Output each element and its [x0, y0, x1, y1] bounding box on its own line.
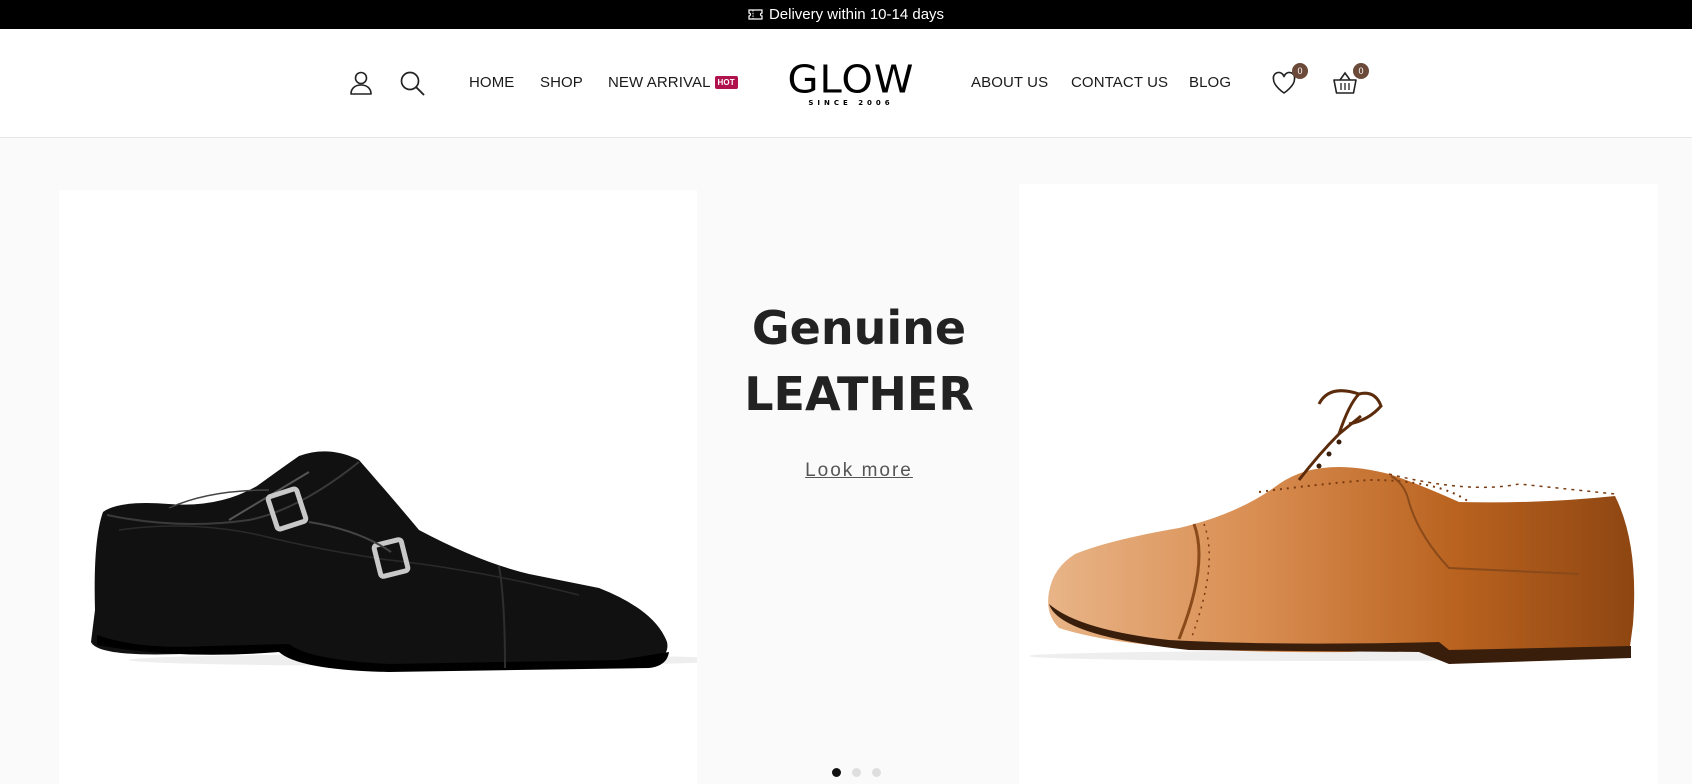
hero-title: Genuine LEATHER — [700, 295, 1018, 427]
logo-word: GLOW — [787, 58, 915, 102]
nav-new-arrival-label: NEW ARRIVAL — [608, 74, 711, 91]
nav-contact-us[interactable]: CONTACT US — [1071, 74, 1168, 91]
logo[interactable]: GLOW SINCE 2006 — [773, 61, 929, 107]
black-monk-strap-shoe-image — [59, 190, 697, 784]
slider-pagination — [832, 768, 881, 777]
hero-title-line1: Genuine — [751, 301, 967, 355]
nav-home[interactable]: HOME — [469, 74, 514, 91]
tan-oxford-shoe-image — [1019, 184, 1658, 784]
cart-count-badge: 0 — [1353, 63, 1369, 79]
nav-blog[interactable]: BLOG — [1189, 74, 1231, 91]
nav-new-arrival[interactable]: NEW ARRIVAL HOT — [608, 74, 738, 91]
hero-title-line2: LEATHER — [744, 367, 974, 421]
announcement-bar: Delivery within 10-14 days — [0, 0, 1692, 29]
ticket-icon — [748, 9, 763, 20]
hot-badge: HOT — [714, 76, 738, 89]
basket-icon[interactable]: 0 — [1331, 63, 1369, 97]
site-header: HOME SHOP NEW ARRIVAL HOT GLOW SINCE 2006… — [0, 29, 1692, 138]
nav-shop[interactable]: SHOP — [540, 74, 583, 91]
nav-about-us[interactable]: ABOUT US — [971, 74, 1048, 91]
announcement-text: Delivery within 10-14 days — [768, 6, 945, 23]
hero-slider: Genuine LEATHER Look more — [0, 138, 1692, 784]
heart-icon[interactable]: 0 — [1270, 63, 1308, 97]
slider-dot-3[interactable] — [872, 768, 881, 777]
search-icon[interactable] — [398, 69, 426, 97]
wishlist-count-badge: 0 — [1292, 63, 1308, 79]
slider-dot-2[interactable] — [852, 768, 861, 777]
slider-dot-1[interactable] — [832, 768, 841, 777]
user-icon[interactable] — [347, 69, 375, 97]
look-more-link[interactable]: Look more — [700, 460, 1018, 482]
